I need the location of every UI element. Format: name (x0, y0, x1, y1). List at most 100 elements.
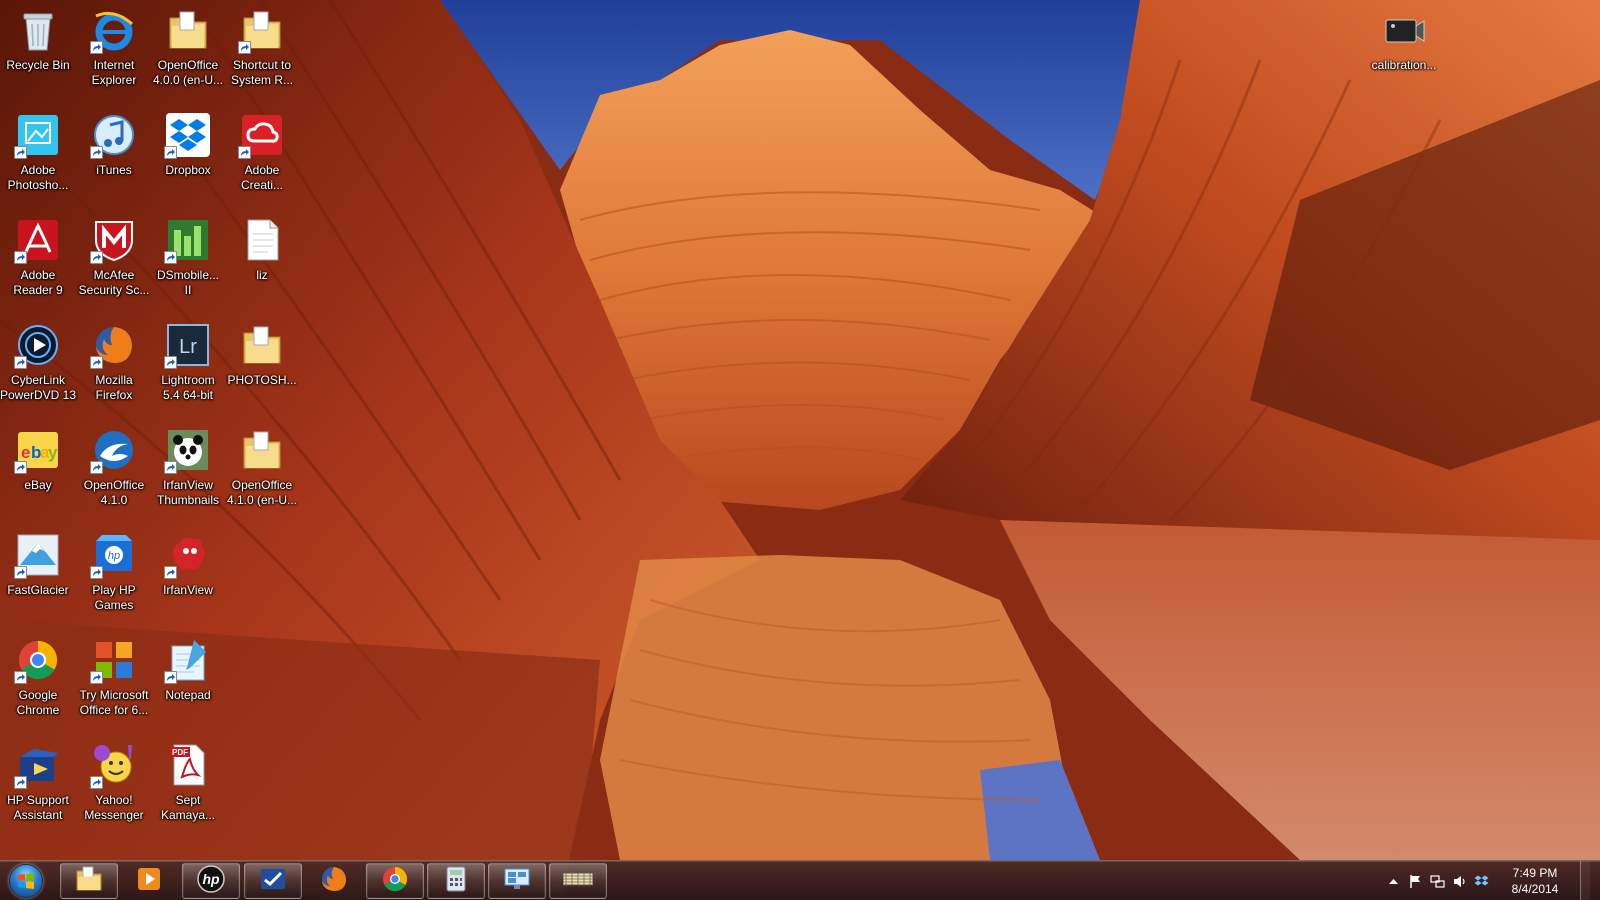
media-player-icon (134, 864, 164, 899)
folder-icon (74, 864, 104, 899)
desktop-icon-label: HP Support Assistant (7, 793, 69, 822)
desktop-icon-dropbox[interactable]: Dropbox (150, 105, 226, 209)
volume-icon[interactable] (1448, 870, 1470, 892)
shortcut-arrow-icon (90, 146, 103, 159)
clock[interactable]: 7:49 PM 8/4/2014 (1498, 865, 1572, 897)
shortcut-arrow-icon (164, 146, 177, 159)
shortcut-arrow-icon (164, 356, 177, 369)
adobe-creative-cloud-icon (238, 111, 286, 159)
desktop-icon-label: PHOTOSH... (227, 373, 297, 387)
desktop-icon-itunes[interactable]: iTunes (76, 105, 152, 209)
desktop-icon-label: OpenOffice 4.0.0 (en-U... (152, 58, 224, 87)
openoffice-icon (90, 426, 138, 474)
itunes-icon (90, 111, 138, 159)
lightroom-icon: Lr (164, 321, 212, 369)
chrome-icon (14, 636, 62, 684)
desktop-icon-label: FastGlacier (7, 583, 69, 597)
svg-text:hp: hp (108, 550, 120, 562)
desktop-icon-ebay[interactable]: e b a y eBay (0, 420, 76, 524)
firefox-icon (90, 321, 138, 369)
taskbar-button-remote-desktop[interactable] (488, 863, 546, 899)
taskbar-button-firefox[interactable] (305, 863, 363, 899)
adobe-photoshop-icon (14, 111, 62, 159)
chrome-icon (380, 864, 410, 899)
desktop-icon-label: Dropbox (165, 163, 211, 177)
desktop-icon-firefox[interactable]: Mozilla Firefox (76, 315, 152, 419)
desktop-icon-play-hp-games[interactable]: hp Play HP Games (76, 525, 152, 629)
yahoo-messenger-icon (90, 741, 138, 789)
desktop-icon-label: Adobe Photosho... (7, 163, 69, 192)
desktop-icon-mcafee[interactable]: McAfee Security Sc... (76, 210, 152, 314)
desktop-icon-liz[interactable]: liz (224, 210, 300, 314)
desktop-icon-recycle-bin[interactable]: Recycle Bin (0, 0, 76, 104)
panda-icon (164, 426, 212, 474)
shortcut-arrow-icon (164, 461, 177, 474)
show-desktop-button[interactable] (1580, 861, 1590, 900)
desktop-icon-fastglacier[interactable]: FastGlacier (0, 525, 76, 629)
thumbnail-strip-icon (562, 864, 594, 899)
taskbar-button-windows-explorer[interactable] (60, 863, 118, 899)
desktop-icon-shortcut-system-r[interactable]: Shortcut to System R... (224, 0, 300, 104)
desktop-icon-irfanview[interactable]: IrfanView (150, 525, 226, 629)
desktop-icon-label: Play HP Games (92, 583, 136, 612)
shortcut-arrow-icon (90, 356, 103, 369)
desktop-icon-label: DSmobile... II (156, 268, 220, 297)
shortcut-arrow-icon (90, 461, 103, 474)
shortcut-arrow-icon (164, 251, 177, 264)
desktop-icon-try-office[interactable]: Try Microsoft Office for 6... (76, 630, 152, 734)
desktop-icon-label: Internet Explorer (91, 58, 137, 87)
desktop-icon-photoshop-folder[interactable]: PHOTOSH... (224, 315, 300, 419)
desktop-icon-hp-support[interactable]: HP Support Assistant (0, 735, 76, 839)
dropbox-icon (164, 111, 212, 159)
clock-time: 7:49 PM (1512, 866, 1558, 880)
powerdvd-icon (14, 321, 62, 369)
desktop-icon-calibration[interactable]: calibration... (1366, 0, 1442, 104)
windows-logo-icon (9, 864, 43, 898)
desktop-icon-label: eBay (24, 478, 52, 492)
internet-explorer-icon (90, 6, 138, 54)
hp-games-icon: hp (90, 531, 138, 579)
show-hidden-icons-icon[interactable] (1382, 870, 1404, 892)
desktop-icon-dsmobile[interactable]: DSmobile... II (150, 210, 226, 314)
taskbar-button-calculator[interactable] (427, 863, 485, 899)
taskbar-button-hp[interactable]: hp (182, 863, 240, 899)
taskbar-button-chrome[interactable] (366, 863, 424, 899)
text-file-icon (238, 216, 286, 264)
taskbar-button-media-player[interactable] (120, 863, 178, 899)
taskbar-button-pictures[interactable] (549, 863, 607, 899)
start-button[interactable] (4, 863, 48, 899)
dropbox-tray-icon[interactable] (1470, 870, 1492, 892)
desktop-icon-adobe-photoshop[interactable]: Adobe Photosho... (0, 105, 76, 209)
ebay-icon: ebay (14, 426, 62, 474)
desktop-icon-yahoo-messenger[interactable]: Yahoo! Messenger (76, 735, 152, 839)
desktop-icon-openoffice-400[interactable]: OpenOffice 4.0.0 (en-U... (150, 0, 226, 104)
desktop-icon-sept-kamaya[interactable]: PDF Sept Kamaya... (150, 735, 226, 839)
desktop-icon-label: Sept Kamaya... (160, 793, 216, 822)
folder-icon (238, 321, 286, 369)
desktop-icon-internet-explorer[interactable]: Internet Explorer (76, 0, 152, 104)
desktop-icon-label: calibration... (1371, 58, 1437, 72)
desktop-icon-notepad[interactable]: Notepad (150, 630, 226, 734)
shortcut-arrow-icon (90, 41, 103, 54)
desktop-icon-google-chrome[interactable]: Google Chrome (0, 630, 76, 734)
desktop-icon-label: Adobe Creati... (240, 163, 283, 192)
desktop-icon-openoffice-410[interactable]: OpenOffice 4.1.0 (76, 420, 152, 524)
irfanview-icon (164, 531, 212, 579)
desktop-icon-label: Shortcut to System R... (230, 58, 293, 87)
network-icon[interactable] (1426, 870, 1448, 892)
taskbar-button-app-check[interactable] (244, 863, 302, 899)
desktop-icon-label: OpenOffice 4.1.0 (en-U... (226, 478, 298, 507)
shortcut-arrow-icon (90, 251, 103, 264)
desktop-icon-irfanview-thumbnails[interactable]: IrfanView Thumbnails (150, 420, 226, 524)
hp-support-icon (14, 741, 62, 789)
remote-desktop-icon (502, 864, 532, 899)
desktop-icon-openoffice-410-folder[interactable]: OpenOffice 4.1.0 (en-U... (224, 420, 300, 524)
recycle-bin-icon (14, 6, 62, 54)
desktop-icon-adobe-creative-cloud[interactable]: Adobe Creati... (224, 105, 300, 209)
desktop-icon-adobe-reader[interactable]: Adobe Reader 9 (0, 210, 76, 314)
desktop-icon-cyberlink[interactable]: CyberLink PowerDVD 13 (0, 315, 76, 419)
desktop-icon-lightroom[interactable]: Lr Lightroom 5.4 64-bit (150, 315, 226, 419)
firefox-icon (319, 864, 349, 899)
action-center-flag-icon[interactable] (1404, 870, 1426, 892)
folder-icon (238, 6, 286, 54)
